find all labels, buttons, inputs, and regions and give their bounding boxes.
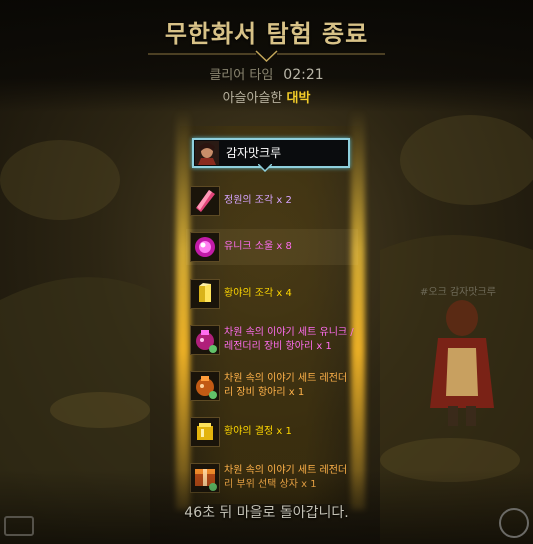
grade-row: 아슬아슬한 대박 <box>0 87 533 106</box>
clear-time-row: 클리어 타임 02:21 <box>0 64 533 83</box>
chat-button[interactable] <box>4 516 34 536</box>
reward-text: 황야의 결정 x 1 <box>224 426 292 437</box>
yellow-shard-icon <box>190 279 220 309</box>
dungeon-result-title: 무한화서 탐험 종료 <box>164 20 369 48</box>
grade-prefix: 아슬아슬한 <box>222 91 283 106</box>
clear-time-value: 02:21 <box>283 67 324 83</box>
reward-text: 정원의 조각 x 2 <box>224 195 292 206</box>
legendary-jar-icon <box>190 371 220 401</box>
pink-shard-icon <box>190 186 220 216</box>
reward-item: 차원 속의 이야기 세트 유니크 /레전더리 장비 항아리 x 1 <box>186 322 358 358</box>
clear-time-label: 클리어 타임 <box>209 68 274 83</box>
reward-text: 황야의 조각 x 4 <box>224 288 292 299</box>
reward-item: 황야의 조각 x 4 <box>186 276 358 312</box>
reward-item: 차원 속의 이야기 세트 레전더리 장비 항아리 x 1 <box>186 368 358 404</box>
player-name: 감자맛크루 <box>226 146 282 160</box>
grade-label: 대박 <box>286 91 311 106</box>
reward-item: 황야의 결정 x 1 <box>186 414 358 450</box>
unique-soul-icon <box>190 232 220 262</box>
reward-item: 정원의 조각 x 2 <box>186 183 358 219</box>
unique-jar-icon <box>190 325 220 355</box>
background-character <box>430 300 494 426</box>
player-pointer-icon <box>258 164 272 172</box>
reward-text: 차원 속의 이야기 세트 유니크 /레전더리 장비 항아리 x 1 <box>224 327 354 352</box>
yellow-crystal-icon <box>190 417 220 447</box>
return-countdown-message: 46초 뒤 마을로 돌아갑니다. <box>184 505 349 521</box>
reward-text: 유니크 소울 x 8 <box>224 241 292 252</box>
menu-button[interactable] <box>499 508 529 538</box>
reward-text: 차원 속의 이야기 세트 레전더리 장비 항아리 x 1 <box>224 373 348 398</box>
reward-item: 유니크 소울 x 8 <box>186 229 358 265</box>
title-divider <box>148 50 385 63</box>
player-avatar <box>195 141 219 165</box>
